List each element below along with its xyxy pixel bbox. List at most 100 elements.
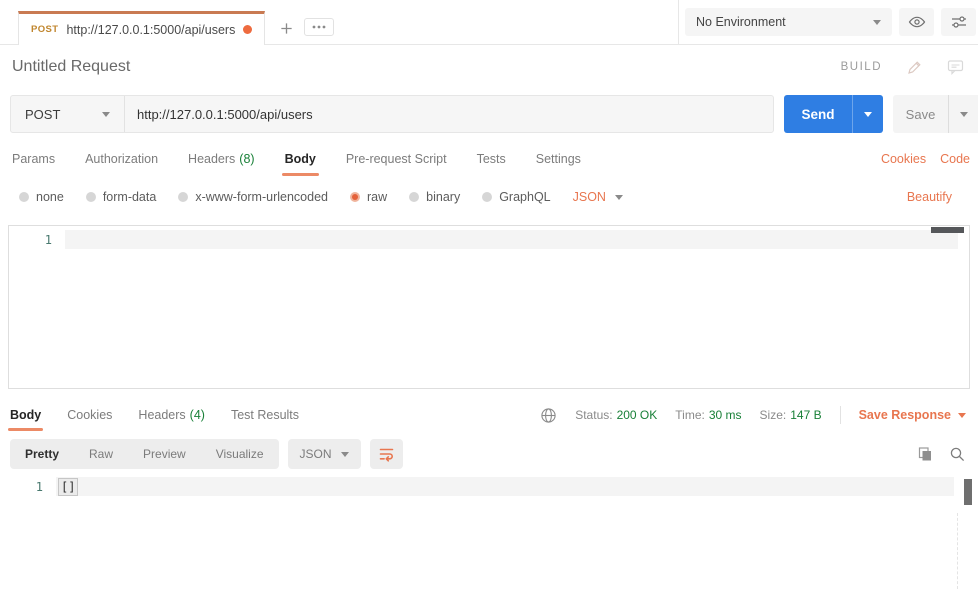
content-type-selector[interactable]: JSON [573, 190, 623, 204]
view-tab-raw[interactable]: Raw [74, 439, 128, 469]
view-tab-preview[interactable]: Preview [128, 439, 201, 469]
top-tab-bar: POST http://127.0.0.1:5000/api/users No … [0, 0, 978, 45]
send-button-label: Send [801, 107, 834, 122]
copy-icon [917, 446, 934, 463]
environment-area: No Environment [678, 0, 978, 44]
send-button[interactable]: Send [784, 95, 852, 133]
headers-count-badge: (4) [190, 408, 205, 422]
save-button-label: Save [906, 107, 936, 122]
tab-pre-request-script[interactable]: Pre-request Script [346, 139, 447, 179]
save-button[interactable]: Save [893, 95, 948, 133]
vertical-scrollbar-thumb[interactable] [964, 479, 972, 505]
search-response-button[interactable] [949, 446, 966, 463]
eye-icon [908, 15, 926, 29]
radio-icon [19, 192, 29, 202]
response-meta: Status: 200 OK Time: 30 ms Size: 147 B S… [540, 406, 966, 424]
tab-options-button[interactable] [304, 18, 334, 36]
wrap-lines-button[interactable] [370, 439, 403, 469]
body-mode-form-data[interactable]: form-data [86, 190, 157, 204]
response-tab-cookies[interactable]: Cookies [67, 399, 112, 431]
tab-label: Authorization [85, 152, 158, 166]
request-tab[interactable]: POST http://127.0.0.1:5000/api/users [18, 11, 265, 45]
status-value: 200 OK [617, 408, 658, 422]
time-label: Time: [675, 408, 705, 422]
beautify-link[interactable]: Beautify [907, 190, 952, 204]
indent-guide [957, 513, 958, 589]
response-tab-headers[interactable]: Headers(4) [138, 399, 205, 431]
body-mode-row: none form-data x-www-form-urlencoded raw… [0, 179, 978, 215]
size-badge: Size: 147 B [760, 408, 822, 422]
radio-icon [178, 192, 188, 202]
header-right-group: BUILD [841, 59, 964, 76]
size-label: Size: [760, 408, 787, 422]
line-number: 1 [9, 233, 65, 247]
build-mode-label: BUILD [841, 61, 882, 73]
body-mode-graphql[interactable]: GraphQL [482, 190, 550, 204]
horizontal-scrollbar-thumb[interactable] [931, 227, 964, 233]
request-body-editor[interactable]: 1 [8, 225, 970, 389]
response-format-label: JSON [300, 447, 332, 461]
tab-settings[interactable]: Settings [536, 139, 581, 179]
view-mode-segment: Pretty Raw Preview Visualize [10, 439, 279, 469]
mode-label: binary [426, 190, 460, 204]
tab-params[interactable]: Params [12, 139, 55, 179]
request-header-row: Untitled Request BUILD [0, 45, 978, 89]
chevron-down-icon [341, 452, 349, 457]
status-badge: Status: 200 OK [575, 408, 657, 422]
chevron-down-icon [864, 112, 872, 117]
environment-quick-look-button[interactable] [899, 8, 934, 36]
tab-label: Headers [188, 152, 235, 166]
chevron-down-icon [615, 195, 623, 200]
body-mode-x-www-form-urlencoded[interactable]: x-www-form-urlencoded [178, 190, 328, 204]
code-link[interactable]: Code [940, 152, 970, 166]
tab-body[interactable]: Body [285, 139, 316, 179]
response-section: Body Cookies Headers(4) Test Results Sta… [0, 399, 978, 597]
method-selector[interactable]: POST [11, 96, 125, 132]
url-input[interactable] [125, 96, 773, 132]
sliders-icon [950, 14, 968, 30]
environment-settings-button[interactable] [941, 8, 976, 36]
chevron-down-icon [102, 112, 110, 117]
globe-icon [540, 407, 557, 424]
response-format-selector[interactable]: JSON [288, 439, 361, 469]
headers-count-badge: (8) [239, 152, 254, 166]
tab-tests[interactable]: Tests [477, 139, 506, 179]
tab-authorization[interactable]: Authorization [85, 139, 158, 179]
send-options-button[interactable] [852, 95, 883, 133]
environment-selector[interactable]: No Environment [685, 8, 892, 36]
mode-label: x-www-form-urlencoded [195, 190, 328, 204]
tab-headers[interactable]: Headers (8) [188, 139, 255, 179]
radio-icon [482, 192, 492, 202]
time-badge: Time: 30 ms [675, 408, 741, 422]
mode-label: none [36, 190, 64, 204]
response-content: [] [58, 478, 78, 496]
body-mode-none[interactable]: none [19, 190, 64, 204]
body-mode-raw[interactable]: raw [350, 190, 387, 204]
tab-label: Cookies [67, 408, 112, 422]
new-tab-button[interactable] [279, 21, 294, 36]
view-tab-pretty[interactable]: Pretty [10, 439, 74, 469]
tab-url-label: http://127.0.0.1:5000/api/users [66, 23, 235, 37]
comments-button[interactable] [947, 59, 964, 75]
save-options-button[interactable] [948, 95, 978, 133]
copy-response-button[interactable] [917, 446, 934, 463]
method-label: POST [25, 107, 60, 122]
response-tab-test-results[interactable]: Test Results [231, 399, 299, 431]
line-number: 1 [0, 480, 56, 494]
view-tab-visualize[interactable]: Visualize [201, 439, 279, 469]
save-response-button[interactable]: Save Response [859, 408, 966, 422]
response-body-viewer: 1 [] [0, 477, 978, 597]
save-button-group: Save [893, 95, 978, 133]
radio-icon [86, 192, 96, 202]
tab-label: Test Results [231, 408, 299, 422]
edit-name-button[interactable] [906, 59, 923, 76]
cookies-link[interactable]: Cookies [881, 152, 926, 166]
editor-line: 1 [9, 230, 969, 249]
tab-label: Params [12, 152, 55, 166]
body-mode-binary[interactable]: binary [409, 190, 460, 204]
tab-label: Settings [536, 152, 581, 166]
comment-icon [947, 59, 964, 75]
method-url-container: POST [10, 95, 774, 133]
response-tab-body[interactable]: Body [10, 399, 41, 431]
unsaved-dot-icon [243, 25, 252, 34]
